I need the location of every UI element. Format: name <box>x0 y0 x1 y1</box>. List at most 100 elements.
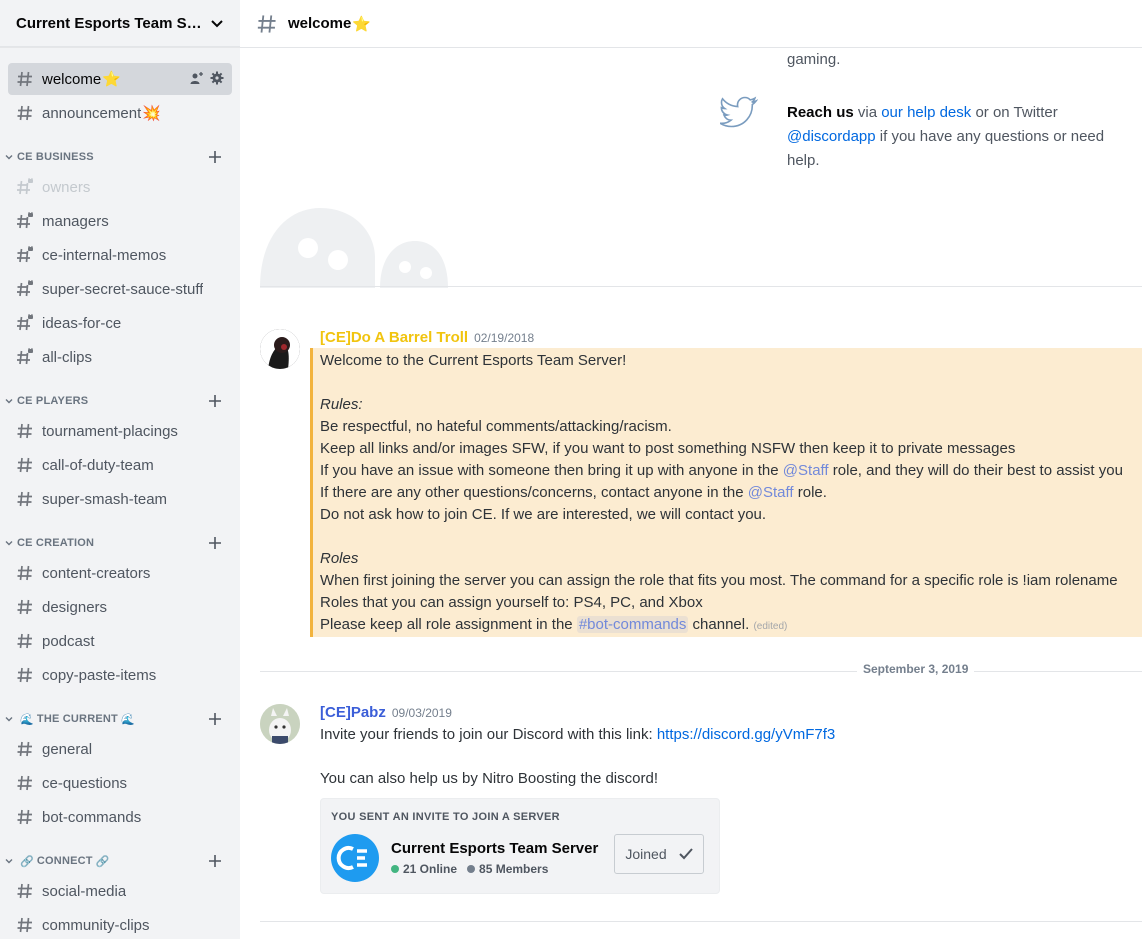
category-label: CE CREATION <box>17 537 95 549</box>
info-text-gaming: gaming. <box>787 51 841 68</box>
channel-label: owners <box>42 178 91 196</box>
date-divider <box>260 671 1142 672</box>
category-label: CE BUSINESS <box>17 151 94 163</box>
channel-label: social-media <box>42 882 127 900</box>
server-header[interactable]: Current Esports Team Se... <box>0 0 240 47</box>
message-line: Invite your friends to join our Discord … <box>320 724 835 746</box>
add-channel-icon[interactable] <box>208 394 222 408</box>
add-channel-icon[interactable] <box>208 712 222 726</box>
channel-super-smash-team[interactable]: super-smash-team <box>8 483 232 515</box>
twitter-icon <box>720 96 758 128</box>
channel-label: super-secret-sauce-stuff <box>42 280 204 298</box>
channel-label: ce-questions <box>42 774 128 792</box>
channel-community-clips[interactable]: community-clips <box>8 909 232 939</box>
channel-header: welcome ⭐ <box>240 0 1142 48</box>
channel-tournament-placings[interactable]: tournament-placings <box>8 415 232 447</box>
category-label: CE PLAYERS <box>17 395 89 407</box>
avatar[interactable] <box>260 329 300 369</box>
channel-call-of-duty-team[interactable]: call-of-duty-team <box>8 449 232 481</box>
message-line: Welcome to the Current Esports Team Serv… <box>320 352 627 369</box>
channel-managers[interactable]: managers <box>8 205 232 237</box>
text-span: role. <box>793 484 827 501</box>
joined-button[interactable]: Joined <box>614 834 704 874</box>
bot-commands-mention[interactable]: #bot-commands <box>576 616 689 633</box>
channel-label: designers <box>42 598 108 616</box>
gear-icon[interactable] <box>210 71 224 85</box>
locked-hash-icon <box>17 212 33 229</box>
add-channel-icon[interactable] <box>208 150 222 164</box>
hash-icon <box>17 883 32 899</box>
category-ce-business[interactable]: CE BUSINESS <box>0 143 240 171</box>
channel-ideas-for-ce[interactable]: ideas-for-ce <box>8 307 232 339</box>
channel-label: managers <box>42 212 109 230</box>
text-span: Please keep all role assignment in the <box>320 616 577 633</box>
channel-label: general <box>42 740 93 758</box>
channel-ce-internal-memos[interactable]: ce-internal-memos <box>8 239 232 271</box>
channel-copy-paste-items[interactable]: copy-paste-items <box>8 659 232 691</box>
category-connect[interactable]: 🔗 CONNECT 🔗 <box>0 847 240 875</box>
hash-icon <box>17 457 32 473</box>
message-line-blank <box>320 746 835 768</box>
channel-content-creators[interactable]: content-creators <box>8 557 232 589</box>
invite-link[interactable]: https://discord.gg/yVmF7f3 <box>657 726 835 743</box>
message-header: [CE]Do A Barrel Troll 02/19/2018 <box>320 329 534 346</box>
channel-announcement[interactable]: announcement 💥 <box>8 97 232 129</box>
hash-icon <box>17 565 32 581</box>
channel-podcast[interactable]: podcast <box>8 625 232 657</box>
message-line: If you have an issue with someone then b… <box>320 460 1123 482</box>
avatar[interactable] <box>260 704 300 744</box>
staff-mention[interactable]: @Staff <box>783 462 829 479</box>
locked-hash-icon <box>17 246 33 263</box>
help-desk-link[interactable]: our help desk <box>881 104 971 121</box>
add-channel-icon[interactable] <box>208 854 222 868</box>
server-icon[interactable] <box>331 834 379 882</box>
via-text: via <box>853 104 882 121</box>
channel-general[interactable]: general <box>8 733 232 765</box>
add-channel-icon[interactable] <box>208 536 222 550</box>
channel-social-media[interactable]: social-media <box>8 875 232 907</box>
hash-icon <box>17 741 32 757</box>
chevron-down-icon <box>5 155 13 160</box>
channel-label: ideas-for-ce <box>42 314 122 332</box>
channel-bot-commands[interactable]: bot-commands <box>8 801 232 833</box>
separator <box>260 921 1142 922</box>
channel-welcome[interactable]: welcome ⭐ <box>8 63 232 95</box>
category-ce-creation[interactable]: CE CREATION <box>0 529 240 557</box>
channel-label: podcast <box>42 632 95 650</box>
channel-ce-questions[interactable]: ce-questions <box>8 767 232 799</box>
member-count: 85 Members <box>479 862 549 876</box>
channel-super-secret-sauce-stuff[interactable]: super-secret-sauce-stuff <box>8 273 232 305</box>
channel-designers[interactable]: designers <box>8 591 232 623</box>
help-text: help. <box>787 152 820 169</box>
category-ce-players[interactable]: CE PLAYERS <box>0 387 240 415</box>
message-author[interactable]: [CE]Pabz <box>320 704 386 721</box>
hash-icon <box>17 599 32 615</box>
message-author[interactable]: [CE]Do A Barrel Troll <box>320 329 468 346</box>
text-span: channel. <box>688 616 754 633</box>
staff-mention[interactable]: @Staff <box>748 484 794 501</box>
message-line: If there are any other questions/concern… <box>320 482 1123 504</box>
questions-text: if you have any questions or need <box>875 128 1105 145</box>
locked-hash-icon <box>17 314 33 331</box>
channel-owners[interactable]: owners <box>8 171 232 203</box>
twitter-handle-link[interactable]: @discordapp <box>787 128 876 145</box>
hash-icon <box>17 809 32 825</box>
text-span: If you have an issue with someone then b… <box>320 462 783 479</box>
message-timestamp: 02/19/2018 <box>474 331 535 345</box>
or-twitter-text: or on Twitter <box>971 104 1058 121</box>
separator <box>260 286 1142 287</box>
message-line: Please keep all role assignment in the #… <box>320 614 1123 636</box>
hash-icon <box>17 105 32 121</box>
locked-hash-icon <box>17 280 33 297</box>
hash-icon <box>17 423 32 439</box>
wave-emoji: 🌊 <box>20 713 34 726</box>
chevron-down-icon <box>5 859 13 864</box>
joined-label: Joined <box>625 846 667 862</box>
link-emoji: 🔗 <box>95 855 110 868</box>
message-line: Do not ask how to join CE. If we are int… <box>320 506 767 523</box>
category-the-current[interactable]: 🌊 THE CURRENT 🌊 <box>0 705 240 733</box>
channel-all-clips[interactable]: all-clips <box>8 341 232 373</box>
reach-us-text: Reach us via our help desk or on Twitter… <box>787 101 1127 173</box>
channel-label: announcement <box>42 104 142 122</box>
invite-people-icon[interactable] <box>190 71 204 85</box>
